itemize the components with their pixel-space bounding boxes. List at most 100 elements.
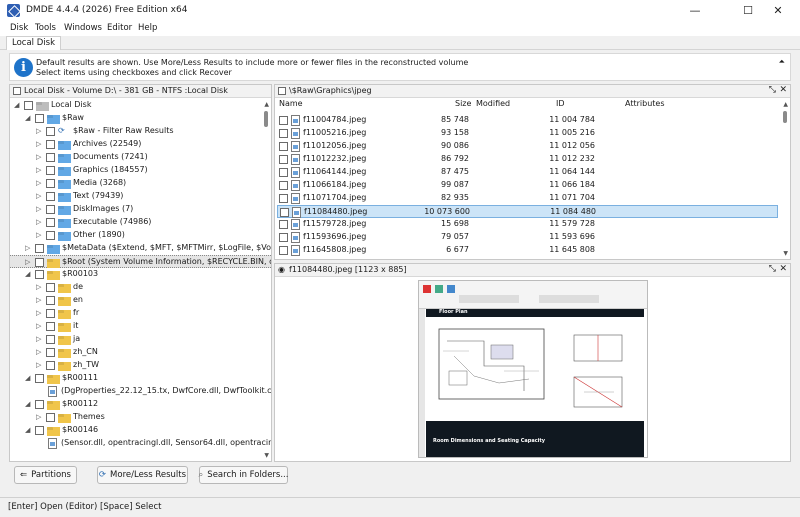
file-checkbox[interactable] (279, 129, 288, 138)
file-row[interactable]: f11084480.jpeg 10 073 600 11 084 480 (277, 205, 778, 218)
collapsed-chevron-icon[interactable]: ▷ (36, 348, 41, 357)
close-preview-icon[interactable]: ✕ (779, 264, 787, 274)
collapsed-chevron-icon[interactable]: ▷ (36, 166, 41, 175)
tree-item-checkbox[interactable] (35, 244, 44, 253)
tree-item-checkbox[interactable] (46, 153, 55, 162)
minimize-button[interactable]: — (680, 0, 710, 21)
menu-tools[interactable]: Tools (35, 23, 56, 33)
tree-scroll-down-icon[interactable]: ▼ (264, 452, 269, 459)
file-row[interactable]: f11645808.jpeg 6 677 11 645 808 (277, 244, 778, 257)
tree-item-checkbox[interactable] (35, 258, 44, 267)
more-less-results-button[interactable]: ⟳ More/Less Results (97, 466, 188, 484)
files-scroll-down-icon[interactable]: ▼ (783, 250, 788, 257)
file-checkbox[interactable] (279, 220, 288, 229)
file-checkbox[interactable] (279, 181, 288, 190)
collapsed-chevron-icon[interactable]: ▷ (36, 140, 41, 149)
file-checkbox[interactable] (279, 155, 288, 164)
tree-item[interactable]: ▷ Other (1890) (10, 229, 271, 242)
tree-item[interactable]: ◢ $R00103 (10, 268, 271, 281)
expanded-chevron-icon[interactable]: ◢ (25, 400, 30, 409)
tree-item[interactable]: ▷ fr (10, 307, 271, 320)
collapsed-chevron-icon[interactable]: ▷ (36, 153, 41, 162)
expanded-chevron-icon[interactable]: ◢ (25, 114, 30, 123)
menu-help[interactable]: Help (138, 23, 157, 33)
tree-item[interactable]: ◢ $R00146 (10, 424, 271, 437)
files-scroll-up-icon[interactable]: ▲ (783, 101, 788, 108)
tree-item[interactable]: (Sensor.dll, opentracingl.dll, Sensor64.… (10, 437, 271, 450)
tree-item[interactable]: ◢ $Raw (10, 112, 271, 125)
collapsed-chevron-icon[interactable]: ▷ (36, 127, 41, 136)
file-row[interactable]: f11579728.jpeg 15 698 11 579 728 (277, 218, 778, 231)
tree-item-checkbox[interactable] (35, 374, 44, 383)
collapsed-chevron-icon[interactable]: ▷ (36, 192, 41, 201)
file-list-header-checkbox[interactable] (278, 87, 286, 95)
file-checkbox[interactable] (279, 246, 288, 255)
collapsed-chevron-icon[interactable]: ▷ (36, 361, 41, 370)
tree-item[interactable]: ▷ Executable (74986) (10, 216, 271, 229)
tree-item-checkbox[interactable] (24, 101, 33, 110)
tree-item-checkbox[interactable] (35, 270, 44, 279)
column-size[interactable]: Size (455, 99, 471, 108)
tree-item[interactable]: ▷ Themes (10, 411, 271, 424)
tree-item-checkbox[interactable] (46, 218, 55, 227)
tree-header-checkbox[interactable] (13, 87, 21, 95)
file-checkbox[interactable] (279, 116, 288, 125)
tree-scrollbar[interactable] (264, 111, 268, 127)
collapsed-chevron-icon[interactable]: ▷ (36, 231, 41, 240)
tree-item[interactable]: ◢ $R00112 (10, 398, 271, 411)
file-checkbox[interactable] (279, 194, 288, 203)
tree-item-checkbox[interactable] (46, 413, 55, 422)
tree-item-checkbox[interactable] (46, 140, 55, 149)
collapsed-chevron-icon[interactable]: ▷ (36, 413, 41, 422)
collapsed-chevron-icon[interactable]: ▷ (25, 258, 30, 267)
file-row[interactable]: f11005216.jpeg 93 158 11 005 216 (277, 127, 778, 140)
tree-item-checkbox[interactable] (46, 283, 55, 292)
tree-item[interactable]: (DgProperties_22.12_15.tx, DwfCore.dll, … (10, 385, 271, 398)
close-file-panel-icon[interactable]: ✕ (779, 85, 787, 95)
tree-item[interactable]: ▷ Text (79439) (10, 190, 271, 203)
tree-item[interactable]: ▷ zh_CN (10, 346, 271, 359)
tree-item[interactable]: ▷ $Root (System Volume Information, $RECY… (10, 255, 271, 268)
file-row[interactable]: f11004784.jpeg 85 748 11 004 784 (277, 114, 778, 127)
tree-item-checkbox[interactable] (46, 231, 55, 240)
expand-file-panel-icon[interactable]: ⤡ (769, 85, 776, 95)
menu-disk[interactable]: Disk (10, 23, 28, 33)
file-checkbox[interactable] (279, 168, 288, 177)
expanded-chevron-icon[interactable]: ◢ (25, 270, 30, 279)
file-row[interactable]: f11064144.jpeg 87 475 11 064 144 (277, 166, 778, 179)
tree-item-checkbox[interactable] (46, 335, 55, 344)
tree-item-checkbox[interactable] (46, 322, 55, 331)
tree-item[interactable]: ▷ Graphics (184557) (10, 164, 271, 177)
column-id[interactable]: ID (556, 99, 565, 108)
collapsed-chevron-icon[interactable]: ▷ (25, 244, 30, 253)
file-row[interactable]: f11593696.jpeg 79 057 11 593 696 (277, 231, 778, 244)
tree-item-checkbox[interactable] (35, 426, 44, 435)
tree-item-checkbox[interactable] (46, 179, 55, 188)
file-row[interactable]: f11012056.jpeg 90 086 11 012 056 (277, 140, 778, 153)
tree-item[interactable]: ▷ $MetaData ($Extend, $MFT, $MFTMirr, $Lo… (10, 242, 271, 255)
tree-item-checkbox[interactable] (46, 192, 55, 201)
tree-item-checkbox[interactable] (35, 114, 44, 123)
menu-editor[interactable]: Editor (107, 23, 132, 33)
file-checkbox[interactable] (279, 233, 288, 242)
collapsed-chevron-icon[interactable]: ▷ (36, 205, 41, 214)
tree-item-checkbox[interactable] (46, 205, 55, 214)
expand-preview-icon[interactable]: ⤡ (769, 264, 776, 274)
tree-item[interactable]: ▷ Media (3268) (10, 177, 271, 190)
tree-item-checkbox[interactable] (46, 361, 55, 370)
expanded-chevron-icon[interactable]: ◢ (25, 374, 30, 383)
collapse-info-button[interactable]: ⏶ (779, 57, 785, 67)
file-checkbox[interactable] (280, 208, 289, 217)
collapsed-chevron-icon[interactable]: ▷ (36, 335, 41, 344)
collapsed-chevron-icon[interactable]: ▷ (36, 218, 41, 227)
tab-local-disk[interactable]: Local Disk (6, 36, 61, 50)
tree-item[interactable]: ▷ ⟳ $Raw - Filter Raw Results (10, 125, 271, 138)
column-modified[interactable]: Modified (476, 99, 510, 108)
tree-item[interactable]: ▷ de (10, 281, 271, 294)
collapsed-chevron-icon[interactable]: ▷ (36, 296, 41, 305)
tree-scroll-up-icon[interactable]: ▲ (264, 101, 269, 108)
tree-item-checkbox[interactable] (46, 309, 55, 318)
files-scrollbar[interactable] (783, 111, 787, 123)
file-row[interactable]: f11012232.jpeg 86 792 11 012 232 (277, 153, 778, 166)
collapsed-chevron-icon[interactable]: ▷ (36, 309, 41, 318)
